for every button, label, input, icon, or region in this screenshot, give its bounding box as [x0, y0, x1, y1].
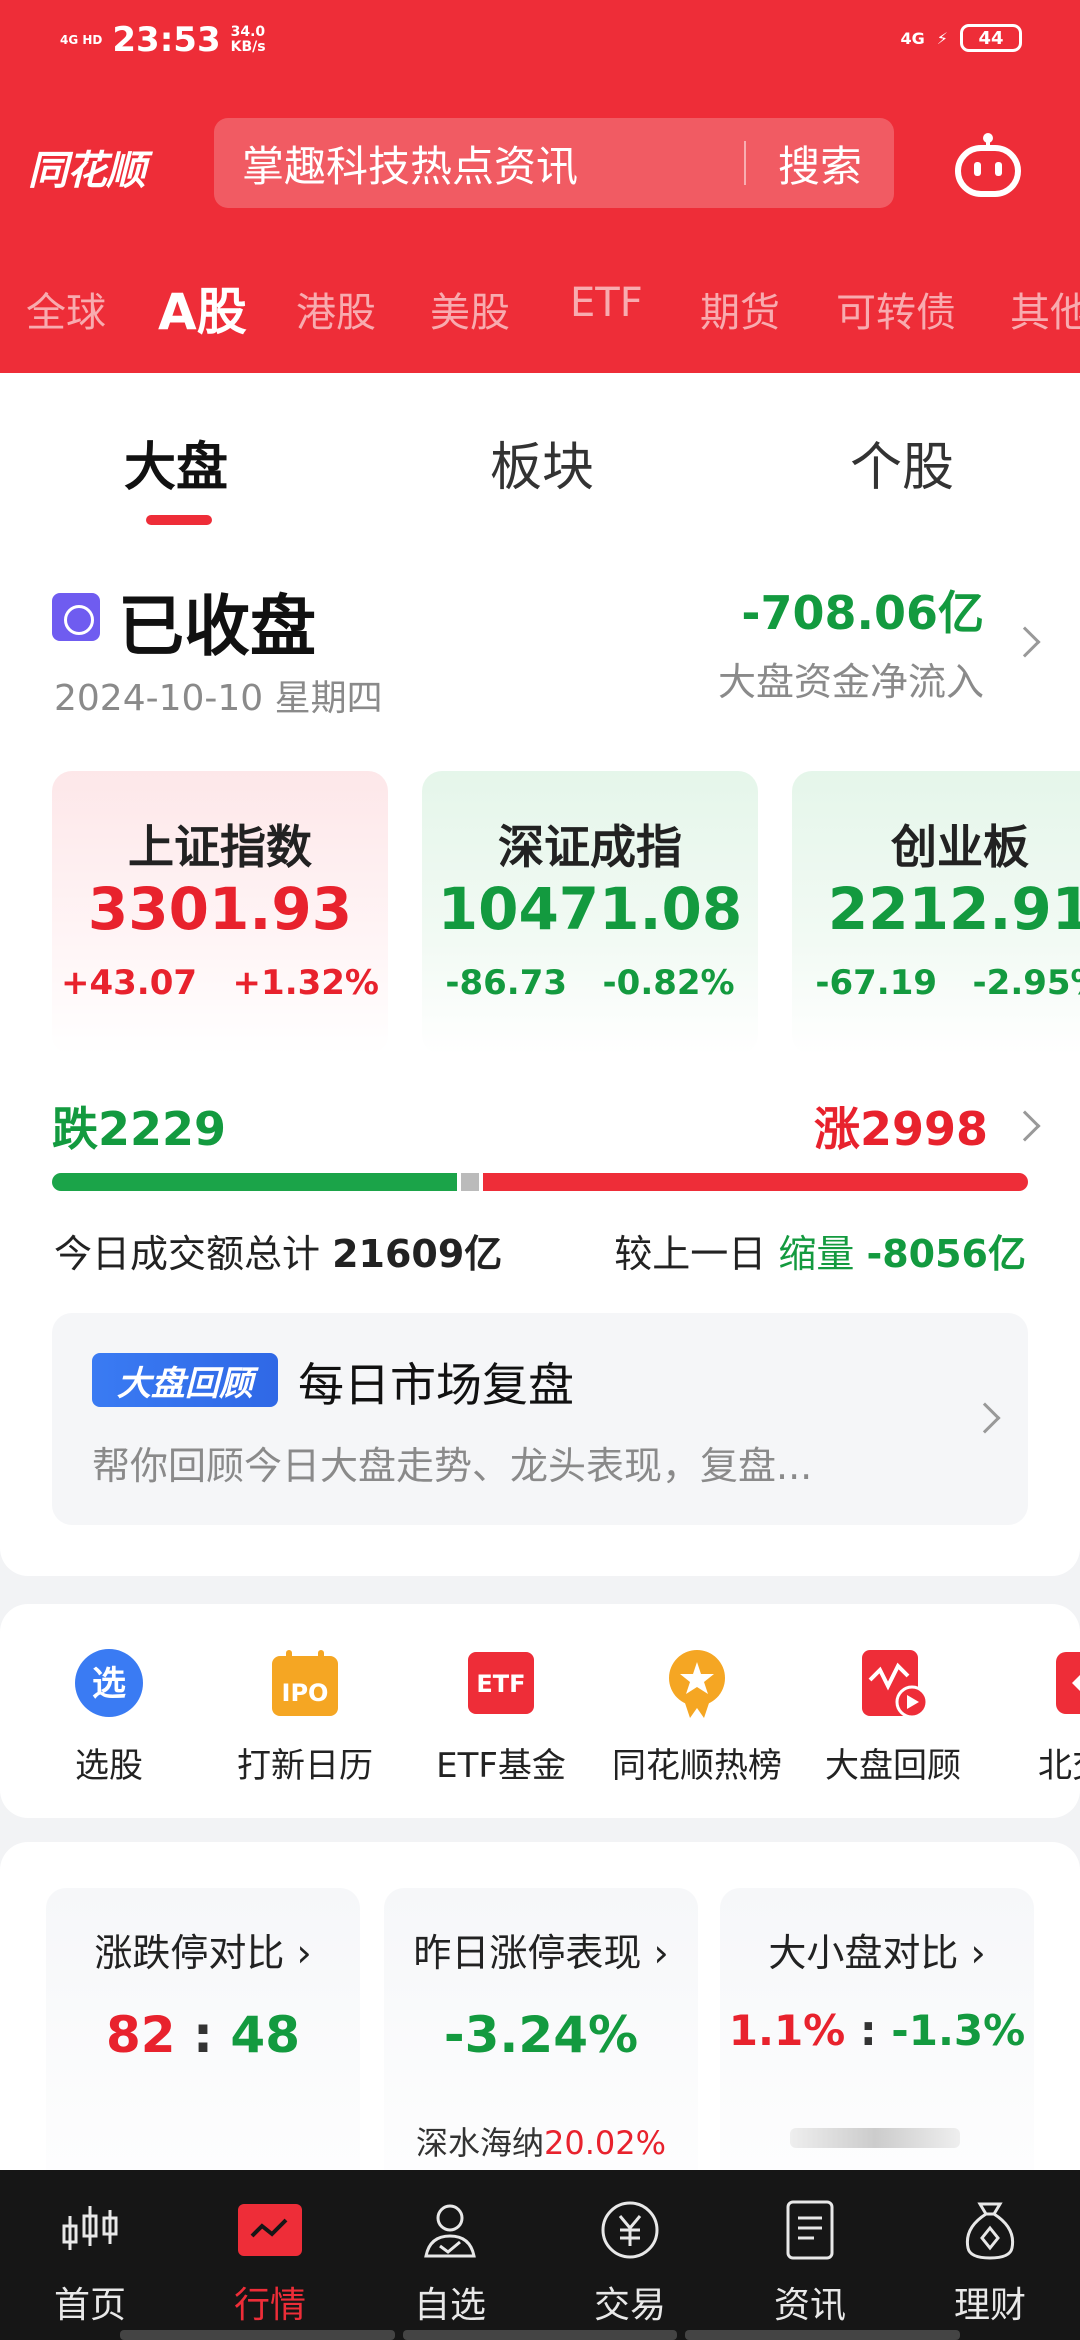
nav-wealth[interactable]: 理财 — [920, 2198, 1060, 2328]
sub-tabs: 大盘 板块 个股 — [0, 401, 1080, 525]
advance-bar-segment — [483, 1173, 1028, 1191]
tab-global[interactable]: 全球 — [26, 280, 106, 338]
shortcut-ipo-calendar[interactable]: IPO 打新日历 — [210, 1646, 400, 1787]
svg-text:ETF: ETF — [476, 1670, 525, 1698]
cap-ratio-placeholder-bar — [790, 2128, 960, 2148]
hot-list-icon — [669, 1650, 725, 1718]
turnover-compare: 较上一日 缩量 -8056亿 — [614, 1232, 1026, 1276]
index-name: 创业板 — [891, 820, 1029, 874]
nav-watchlist[interactable]: 自选 — [380, 2198, 520, 2328]
market-review-badge: 大盘回顾 — [92, 1353, 278, 1407]
tab-convertible-bonds[interactable]: 可转债 — [836, 280, 956, 338]
app-header: 4G HD 23:53 34.0 KB/s 4G ⚡ 44 同花顺 掌趣科技热点资… — [0, 0, 1080, 373]
stat-title: 大小盘对比 › — [768, 1931, 986, 1975]
bse-icon — [1056, 1652, 1080, 1714]
index-change: -67.19 -2.95% — [815, 963, 1080, 1003]
network-4g-indicator: 4G — [900, 28, 925, 48]
stat-value: -3.24% — [443, 2006, 639, 2064]
shortcut-bse[interactable]: 北交所 — [994, 1646, 1080, 1787]
tab-etf[interactable]: ETF — [570, 280, 643, 326]
watchlist-person-icon — [424, 2204, 476, 2258]
market-overview-card: 大盘 板块 个股 已收盘 2024-10-10 星期四 -708.06亿 大盘资… — [0, 373, 1080, 1576]
stat-value: 82 : 48 — [105, 2006, 301, 2064]
index-name: 上证指数 — [128, 820, 312, 874]
net-capital-flow-value[interactable]: -708.06亿 — [741, 577, 984, 643]
network-speed: 34.0 KB/s — [230, 24, 266, 55]
decliners-count[interactable]: 跌2229 — [52, 1093, 226, 1159]
trade-yuan-icon — [601, 2201, 659, 2259]
shortcut-market-review[interactable]: 大盘回顾 — [798, 1646, 988, 1787]
svg-text:选: 选 — [92, 1664, 126, 1704]
robot-assistant-icon[interactable] — [952, 128, 1024, 200]
ipo-calendar-icon: IPO — [272, 1650, 338, 1716]
wealth-bag-icon — [965, 2202, 1015, 2260]
tab-market-index[interactable]: 大盘 — [124, 425, 228, 500]
etf-fund-icon: ETF — [468, 1652, 534, 1714]
turnover-total: 今日成交额总计 21609亿 — [54, 1232, 503, 1276]
nav-trade[interactable]: 交易 — [560, 2198, 700, 2328]
tab-us-shares[interactable]: 美股 — [430, 280, 510, 338]
market-review-banner[interactable]: 大盘回顾 每日市场复盘 帮你回顾今日大盘走势、龙头表现，复盘... — [52, 1313, 1028, 1525]
market-chart-icon — [238, 2204, 302, 2256]
stat-title: 昨日涨停表现 › — [413, 1931, 669, 1975]
net-flow-chevron-icon[interactable] — [1009, 626, 1041, 658]
advance-decline-bar — [52, 1173, 1028, 1191]
shortcut-select-stock[interactable]: 选 选股 — [14, 1646, 204, 1787]
market-review-desc: 帮你回顾今日大盘走势、龙头表现，复盘... — [92, 1444, 813, 1488]
tab-a-shares[interactable]: A股 — [158, 272, 247, 344]
index-card-chinext[interactable]: 创业板 2212.91 -67.19 -2.95% — [792, 771, 1080, 1055]
market-closed-icon — [52, 593, 100, 641]
select-stock-icon: 选 — [75, 1649, 143, 1717]
index-value: 10471.08 — [437, 875, 743, 943]
tab-sectors[interactable]: 板块 — [490, 425, 594, 500]
market-date: 2024-10-10 星期四 — [54, 678, 383, 719]
stat-value: 1.1% : -1.3% — [728, 2006, 1026, 2055]
advancers-count[interactable]: 涨2998 — [814, 1093, 988, 1159]
svg-text:IPO: IPO — [282, 1679, 329, 1707]
stat-sub: 深水海纳20.02% — [415, 2124, 667, 2162]
charging-icon: ⚡ — [936, 28, 948, 48]
home-candles-icon — [62, 2206, 118, 2250]
market-status-title: 已收盘 — [118, 588, 316, 665]
tab-other[interactable]: 其他 — [1010, 280, 1080, 338]
decline-bar-segment — [52, 1173, 457, 1191]
index-card-shanghai[interactable]: 上证指数 3301.93 +43.07 +1.32% — [52, 771, 388, 1055]
review-chevron-icon — [969, 1402, 1001, 1434]
breadth-chevron-icon[interactable] — [1009, 1110, 1041, 1142]
index-value: 2212.91 — [827, 875, 1080, 943]
net-capital-flow-label[interactable]: 大盘资金净流入 — [718, 651, 984, 706]
market-review-title: 每日市场复盘 — [298, 1358, 574, 1412]
market-tabs: 全球 A股 港股 美股 ETF 期货 可转债 其他 — [0, 270, 1080, 350]
flat-bar-segment — [461, 1173, 479, 1191]
shortcuts-card: 选 选股 IPO 打新日历 ETF ETF基金 同花顺热榜 大盘回顾 北 — [0, 1604, 1080, 1818]
search-input[interactable]: 掌趣科技热点资讯 — [214, 133, 744, 194]
tab-hk-shares[interactable]: 港股 — [296, 280, 376, 338]
status-bar: 4G HD 23:53 34.0 KB/s 4G ⚡ 44 — [0, 0, 1080, 80]
network-indicator: 4G HD — [60, 32, 103, 47]
market-review-icon — [862, 1650, 929, 1719]
search-bar[interactable]: 掌趣科技热点资讯 搜索 — [214, 118, 894, 208]
index-name: 深证成指 — [498, 820, 682, 874]
shortcut-etf-fund[interactable]: ETF ETF基金 — [406, 1646, 596, 1787]
stat-title: 涨跌停对比 › — [94, 1931, 312, 1975]
app-logo[interactable]: 同花顺 — [28, 138, 146, 196]
bottom-navigation: 首页 行情 自选 交易 资讯 理财 — [0, 2170, 1080, 2340]
nav-home[interactable]: 首页 — [20, 2198, 160, 2328]
tab-futures[interactable]: 期货 — [700, 280, 780, 338]
news-document-icon — [786, 2200, 834, 2260]
active-tab-indicator — [146, 515, 212, 525]
battery-icon: 44 — [960, 24, 1022, 52]
index-change: +43.07 +1.32% — [60, 963, 379, 1003]
system-gesture-bar — [120, 2330, 961, 2340]
nav-news[interactable]: 资讯 — [740, 2198, 880, 2328]
shortcut-hot-list[interactable]: 同花顺热榜 — [602, 1646, 792, 1787]
tab-stocks[interactable]: 个股 — [850, 425, 954, 500]
clock: 23:53 — [112, 20, 221, 60]
index-card-shenzhen[interactable]: 深证成指 10471.08 -86.73 -0.82% — [422, 771, 758, 1055]
nav-market[interactable]: 行情 — [200, 2198, 340, 2328]
index-change: -86.73 -0.82% — [445, 963, 735, 1003]
search-button[interactable]: 搜索 — [746, 133, 894, 194]
index-value: 3301.93 — [87, 875, 353, 943]
